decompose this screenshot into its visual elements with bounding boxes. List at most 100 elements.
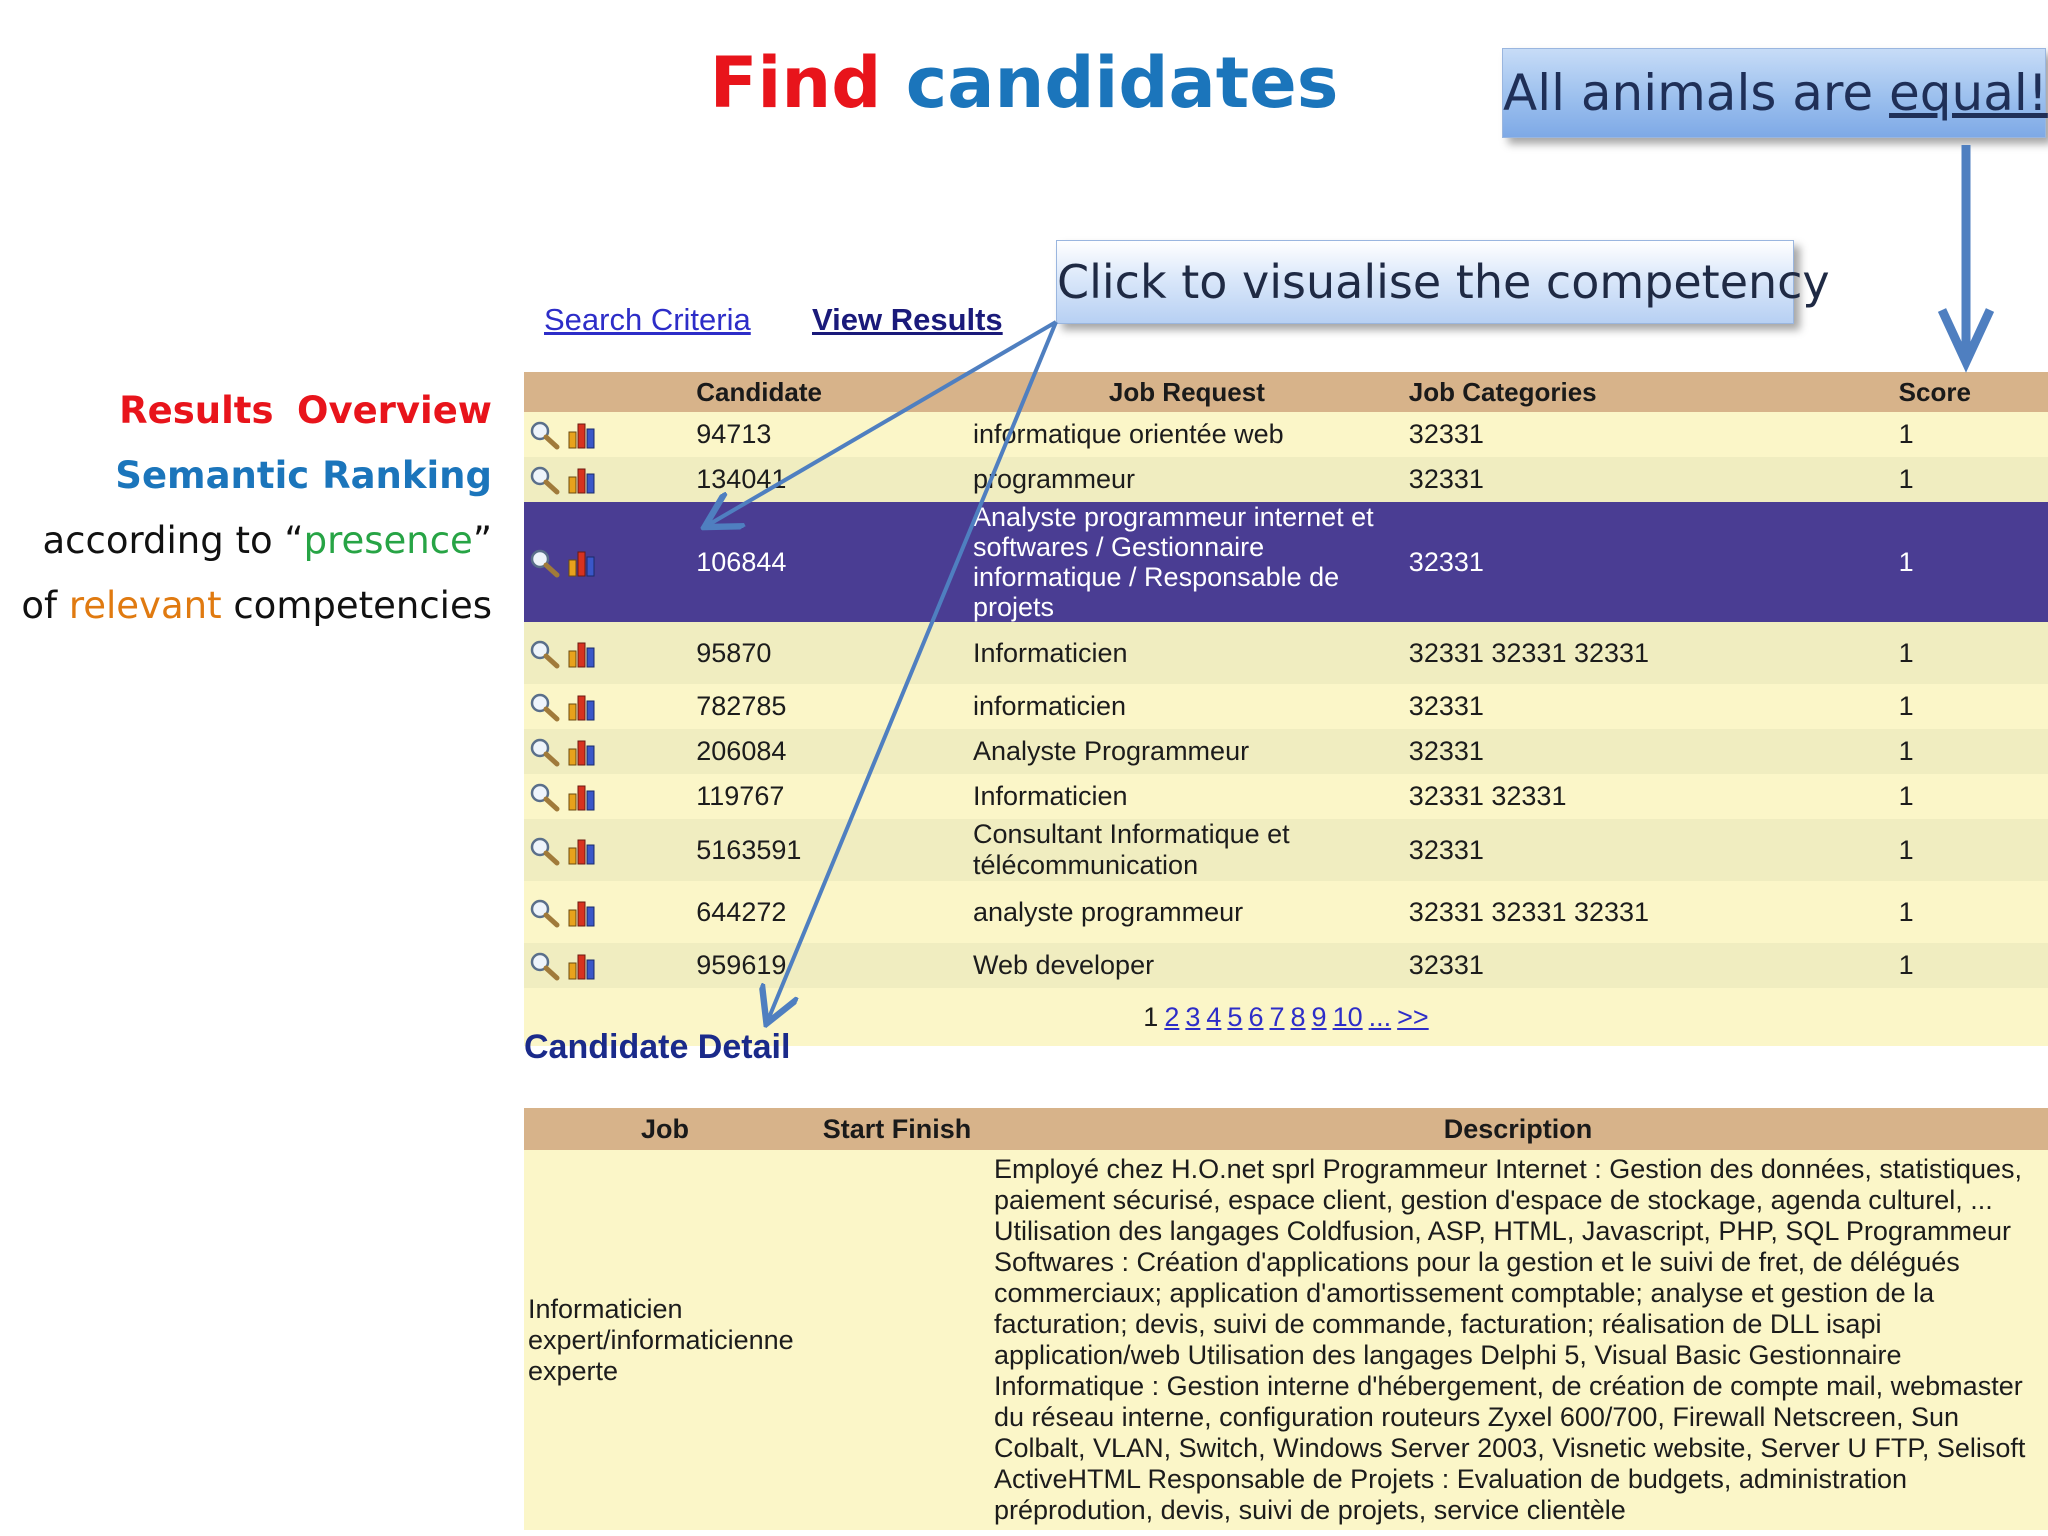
cell-score: 1 bbox=[1898, 781, 1914, 811]
caption-line-results-overview: Results Overview bbox=[0, 378, 492, 443]
row-icons bbox=[528, 637, 604, 669]
result-row[interactable]: 94713 informatique orientée web 32331 1 bbox=[524, 412, 2048, 457]
detail-row: Informaticien expert/informaticienne exp… bbox=[524, 1150, 2048, 1530]
pager-item: 9 bbox=[1312, 1002, 1327, 1032]
pager-link[interactable]: ... bbox=[1369, 1002, 1392, 1032]
magnifier-icon[interactable] bbox=[528, 737, 560, 767]
magnifier-icon[interactable] bbox=[528, 836, 560, 866]
pager-item: 6 bbox=[1248, 1002, 1263, 1032]
pager-item: 8 bbox=[1291, 1002, 1306, 1032]
magnifier-icon[interactable] bbox=[528, 951, 560, 981]
bar-chart-icon[interactable] bbox=[566, 639, 598, 669]
pager-link[interactable]: 3 bbox=[1185, 1002, 1200, 1032]
row-icons bbox=[528, 546, 604, 578]
caption-relevant: relevant bbox=[68, 584, 222, 627]
bar-chart-icon[interactable] bbox=[566, 836, 598, 866]
cell-candidate-id: 959619 bbox=[692, 943, 969, 988]
result-row[interactable]: 782785 informaticien 32331 1 bbox=[524, 684, 2048, 729]
cell-job-request: analyste programmeur bbox=[972, 896, 1244, 927]
pager-link[interactable]: 4 bbox=[1206, 1002, 1221, 1032]
cell-job-request: informatique orientée web bbox=[972, 419, 1284, 449]
pager-item: 7 bbox=[1269, 1002, 1284, 1032]
pager-item: 2 bbox=[1164, 1002, 1179, 1032]
pager-item: >> bbox=[1397, 1002, 1429, 1032]
cell-score: 1 bbox=[1898, 896, 1914, 927]
pager-link[interactable]: 9 bbox=[1312, 1002, 1327, 1032]
result-row[interactable]: 206084 Analyste Programmeur 32331 1 bbox=[524, 729, 2048, 774]
cell-icons bbox=[524, 457, 693, 502]
header-icons bbox=[524, 372, 693, 412]
bar-chart-icon[interactable] bbox=[566, 465, 598, 495]
candidate-detail-table: Job Start Finish Description Informatici… bbox=[524, 1108, 2048, 1530]
bar-chart-icon[interactable] bbox=[566, 548, 598, 578]
pager-link[interactable]: 7 bbox=[1269, 1002, 1284, 1032]
bar-chart-icon[interactable] bbox=[566, 420, 598, 450]
caption-according: according to “ bbox=[42, 519, 304, 562]
title-word-candidates: candidates bbox=[905, 42, 1339, 124]
cell-icons bbox=[524, 502, 693, 622]
search-criteria-link[interactable]: Search Criteria bbox=[544, 302, 751, 338]
bar-chart-icon[interactable] bbox=[566, 692, 598, 722]
bar-chart-icon[interactable] bbox=[566, 737, 598, 767]
cell-icons bbox=[524, 819, 693, 881]
title-word-find: Find bbox=[709, 42, 882, 124]
bar-chart-icon[interactable] bbox=[566, 782, 598, 812]
result-row[interactable]: 134041 programmeur 32331 1 bbox=[524, 457, 2048, 502]
pager-link[interactable]: 6 bbox=[1248, 1002, 1263, 1032]
row-icons bbox=[528, 419, 604, 450]
cell-candidate-id: 782785 bbox=[696, 691, 787, 721]
result-row[interactable]: 644272 analyste programmeur 32331 32331 32… bbox=[524, 881, 2048, 943]
caption-of: of bbox=[21, 584, 69, 627]
cell-job-categories: 32331 bbox=[1404, 943, 1895, 988]
magnifier-icon[interactable] bbox=[528, 782, 560, 812]
results-table: Candidate Job Request Job Categories Sco… bbox=[524, 372, 2048, 1046]
bar-chart-icon[interactable] bbox=[566, 951, 598, 981]
header-candidate: Candidate bbox=[692, 372, 969, 412]
cell-job-request: Web developer bbox=[968, 943, 1405, 988]
magnifier-icon[interactable] bbox=[528, 639, 560, 669]
arrow-head-score bbox=[1937, 308, 1995, 373]
magnifier-icon[interactable] bbox=[528, 898, 560, 928]
pager-link[interactable]: >> bbox=[1397, 1002, 1429, 1032]
cell-job-request: Consultant Informatique et télécommunica… bbox=[968, 819, 1405, 881]
result-row[interactable]: 959619 Web developer 32331 1 bbox=[524, 943, 2048, 988]
callout-click-to-visualise: Click to visualise the competency bbox=[1056, 240, 1830, 324]
cell-score: 1 bbox=[1894, 622, 2048, 684]
caption-competencies: competencies bbox=[221, 584, 492, 627]
cell-score: 1 bbox=[1894, 457, 2048, 502]
result-row[interactable]: 5163591 Consultant Informatique et téléco… bbox=[524, 819, 2048, 881]
header-start-finish: Start Finish bbox=[806, 1108, 988, 1150]
cell-score: 1 bbox=[1898, 419, 1914, 449]
cell-score: 1 bbox=[1894, 502, 2048, 622]
cell-job-request: Informaticien bbox=[968, 622, 1405, 684]
cell-job-categories: 32331 bbox=[1408, 691, 1484, 721]
pager-link[interactable]: 10 bbox=[1333, 1002, 1363, 1032]
caption-line-relevant: of relevant competencies bbox=[0, 573, 492, 638]
bar-chart-icon[interactable] bbox=[566, 898, 598, 928]
caption-close-quote: ” bbox=[472, 519, 492, 562]
cell-candidate-id: 644272 bbox=[696, 896, 787, 927]
results-body: 94713 informatique orientée web 32331 1 1340… bbox=[524, 412, 2048, 988]
pager-link[interactable]: 8 bbox=[1291, 1002, 1306, 1032]
view-results-link[interactable]: View Results bbox=[812, 302, 1003, 338]
row-icons bbox=[528, 736, 604, 767]
magnifier-icon[interactable] bbox=[528, 465, 560, 495]
cell-candidate-id: 134041 bbox=[692, 457, 969, 502]
result-row[interactable]: 119767 Informaticien 32331 32331 1 bbox=[524, 774, 2048, 819]
detail-job: Informaticien expert/informaticienne exp… bbox=[528, 1293, 794, 1386]
header-description: Description bbox=[988, 1108, 2048, 1150]
magnifier-icon[interactable] bbox=[528, 548, 560, 578]
magnifier-icon[interactable] bbox=[528, 692, 560, 722]
magnifier-icon[interactable] bbox=[528, 420, 560, 450]
result-row-selected[interactable]: 106844 Analyste programmeur internet et s… bbox=[524, 502, 2048, 622]
pager-link[interactable]: 2 bbox=[1164, 1002, 1179, 1032]
cell-icons bbox=[524, 622, 693, 684]
row-icons bbox=[528, 950, 604, 981]
cell-icons bbox=[524, 684, 692, 729]
left-caption: Results Overview Semantic Ranking accord… bbox=[0, 378, 492, 638]
result-row[interactable]: 95870 Informaticien 32331 32331 32331 1 bbox=[524, 622, 2048, 684]
cell-job-request: Informaticien bbox=[972, 781, 1128, 811]
pager-link[interactable]: 5 bbox=[1227, 1002, 1242, 1032]
cell-candidate-id: 119767 bbox=[696, 781, 785, 811]
header-job-categories: Job Categories bbox=[1404, 372, 1895, 412]
